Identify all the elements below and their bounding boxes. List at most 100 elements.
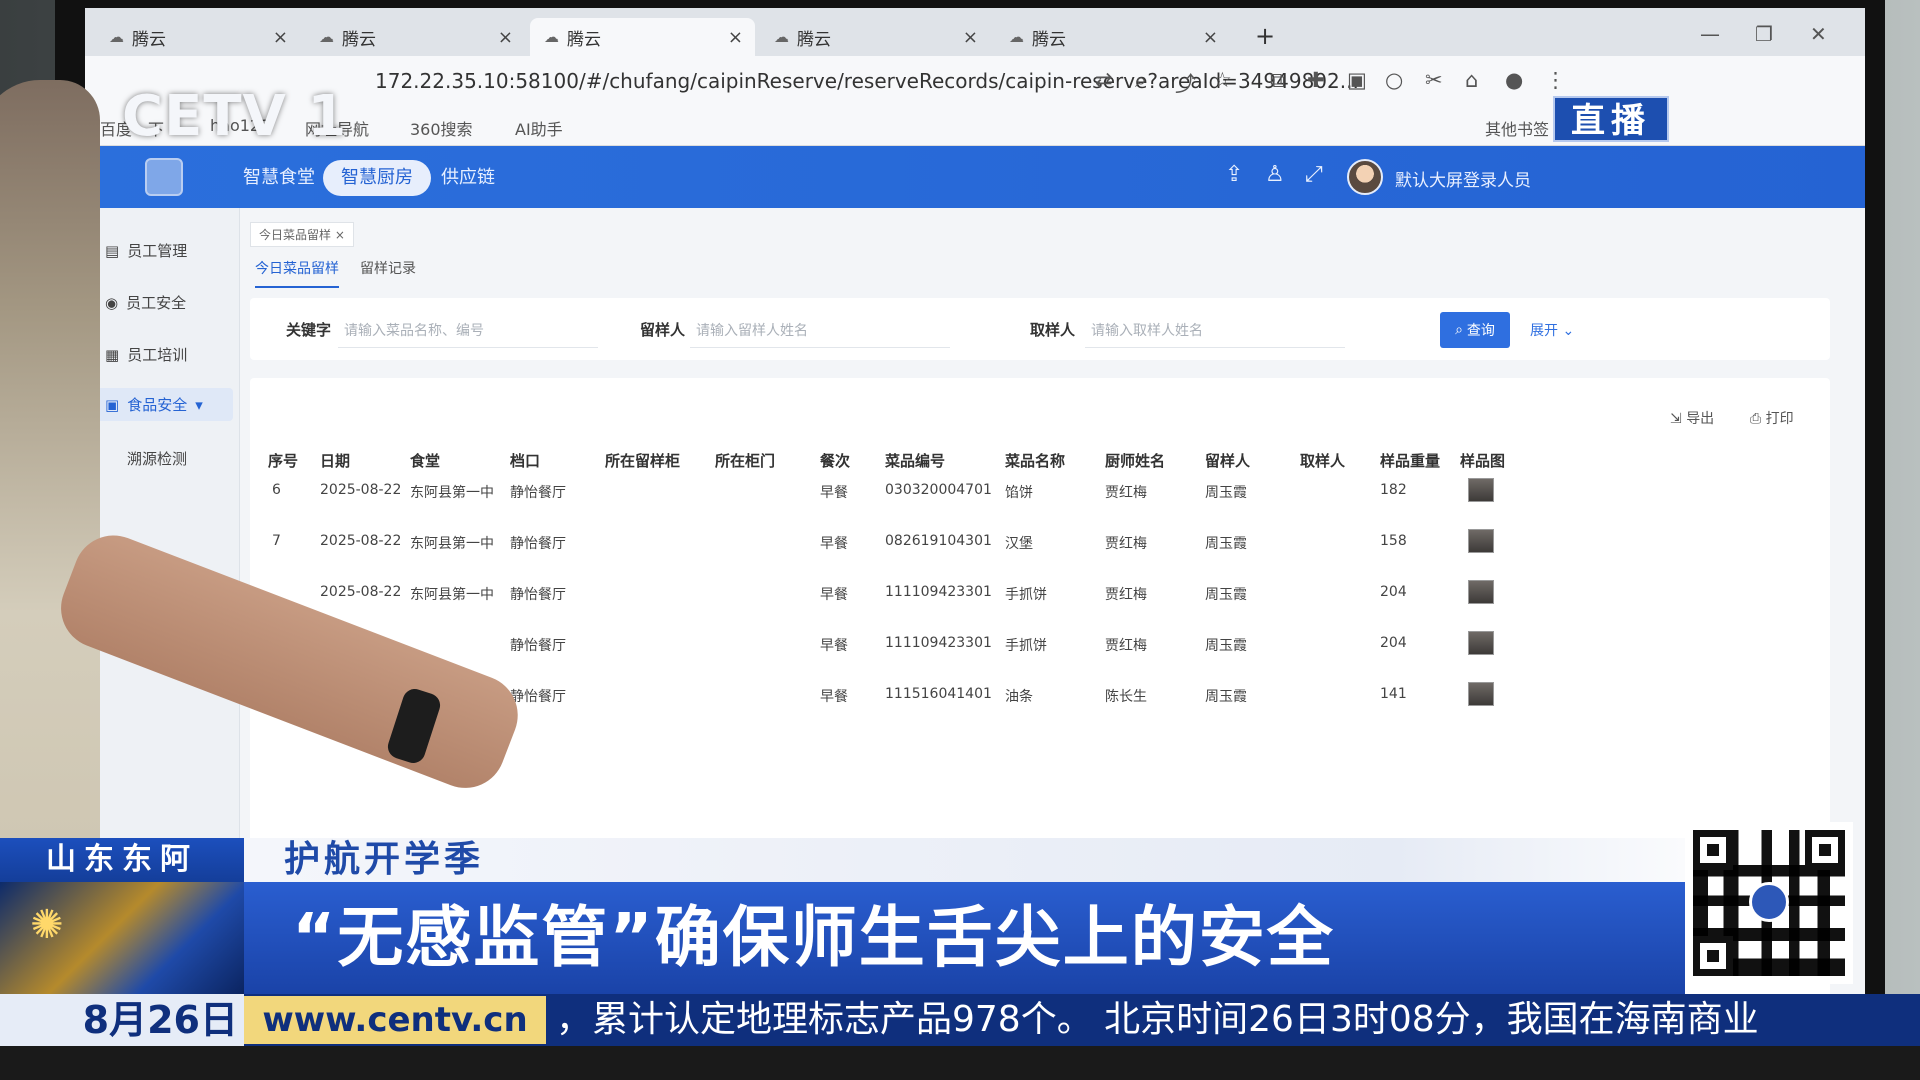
scissors-icon[interactable]: ✂ bbox=[1425, 68, 1443, 92]
sidebar-item-label: 食品安全 bbox=[127, 396, 188, 414]
star-icon[interactable]: ☆ bbox=[1213, 68, 1232, 92]
table-cell: 111516041401 bbox=[885, 686, 992, 702]
export-button[interactable]: ⇲ 导出 bbox=[1670, 408, 1714, 428]
search-icon[interactable]: ○ bbox=[1385, 68, 1403, 92]
print-button[interactable]: ⎙ 打印 bbox=[1750, 408, 1794, 428]
table-cell: 周玉霞 bbox=[1205, 638, 1247, 654]
close-icon[interactable]: × bbox=[273, 27, 288, 48]
keyword-label: 关键字 bbox=[286, 321, 332, 339]
url-field[interactable]: 172.22.35.10:58100/#/chufang/caipinReser… bbox=[375, 69, 1359, 93]
restore-icon[interactable]: ❐ bbox=[1755, 22, 1773, 46]
nav-supply-chain[interactable]: 供应链 bbox=[423, 160, 513, 196]
table-cell: 手抓饼 bbox=[1005, 587, 1047, 603]
sidebar-item-training[interactable]: ▦ 员工培训 bbox=[105, 344, 187, 365]
puzzle-icon[interactable]: ✚ bbox=[1307, 68, 1325, 92]
upload-icon[interactable]: ⇪ bbox=[1225, 162, 1243, 187]
bookmark-item[interactable]: 360搜索 bbox=[410, 116, 473, 140]
cloud-icon: ☁ bbox=[319, 28, 334, 46]
bottom-bezel bbox=[0, 1046, 1920, 1080]
open-tag[interactable]: 今日菜品留样 × bbox=[250, 222, 354, 247]
table-cell: 早餐 bbox=[820, 485, 848, 501]
expand-toggle[interactable]: 展开 ⌄ bbox=[1530, 320, 1574, 340]
keyword-input[interactable]: 请输入菜品名称、编号 bbox=[338, 310, 598, 348]
bookmark-item[interactable]: AI助手 bbox=[515, 116, 563, 140]
sidebar-item-label: 员工安全 bbox=[126, 294, 187, 312]
avatar[interactable] bbox=[1347, 159, 1383, 195]
station-glyph: ✺ bbox=[30, 902, 64, 948]
table-cell: 204 bbox=[1380, 584, 1407, 600]
tab-label: 腾云 bbox=[797, 29, 831, 50]
column-header: 餐次 bbox=[820, 452, 851, 470]
table-cell: 082619104301 bbox=[885, 533, 992, 549]
zoom-icon[interactable]: ⌕ bbox=[1135, 68, 1147, 93]
table-cell: 早餐 bbox=[820, 587, 848, 603]
close-icon[interactable]: × bbox=[963, 27, 978, 48]
tab-sample-records[interactable]: 留样记录 bbox=[360, 258, 416, 286]
table-cell: 陈长生 bbox=[1105, 689, 1147, 705]
table-cell: 周玉霞 bbox=[1205, 587, 1247, 603]
column-header: 所在柜门 bbox=[715, 452, 776, 470]
fullscreen-icon[interactable]: ⤢ bbox=[1305, 162, 1323, 187]
sample-thumbnail[interactable] bbox=[1468, 478, 1494, 502]
query-button[interactable]: ⌕ 查询 bbox=[1440, 312, 1510, 348]
taker-input[interactable]: 请输入取样人姓名 bbox=[1085, 310, 1345, 348]
sidebar-item-staff[interactable]: ▤ 员工管理 bbox=[105, 240, 187, 261]
sample-thumbnail[interactable] bbox=[1468, 682, 1494, 706]
browser-tab-active[interactable]: ☁ 腾云 × bbox=[530, 18, 755, 56]
profile-icon[interactable]: ● bbox=[1505, 68, 1523, 92]
browser-tab[interactable]: ☁ 腾云 × bbox=[995, 18, 1230, 56]
close-icon[interactable]: × bbox=[335, 228, 345, 242]
user-icon[interactable]: ♙ bbox=[1265, 162, 1285, 187]
chevron-down-icon: ▾ bbox=[195, 395, 203, 414]
table-cell: 静怡餐厅 bbox=[510, 638, 566, 654]
headline: “无感监管”确保师生舌尖上的安全 bbox=[244, 882, 1685, 994]
table-cell: 馅饼 bbox=[1005, 485, 1033, 501]
tab-today-samples[interactable]: 今日菜品留样 bbox=[255, 258, 339, 288]
user-name: 默认大屏登录人员 bbox=[1395, 171, 1531, 191]
browser-tab[interactable]: ☁ 腾云 × bbox=[305, 18, 525, 56]
extension-icon[interactable]: ⧉ bbox=[1270, 68, 1285, 93]
table-cell: 182 bbox=[1380, 482, 1407, 498]
qr-logo bbox=[1749, 882, 1789, 922]
window-close-icon[interactable]: ✕ bbox=[1810, 22, 1827, 46]
table-cell: 周玉霞 bbox=[1205, 689, 1247, 705]
nav-smart-kitchen[interactable]: 智慧厨房 bbox=[323, 160, 431, 196]
staff-icon: ▤ bbox=[105, 241, 120, 260]
training-icon: ▦ bbox=[105, 345, 120, 364]
other-bookmarks[interactable]: 其他书签 bbox=[1485, 116, 1549, 140]
table-cell: 手抓饼 bbox=[1005, 638, 1047, 654]
open-tag-label: 今日菜品留样 bbox=[259, 228, 332, 242]
column-header: 厨师姓名 bbox=[1105, 452, 1166, 470]
table-cell: 东阿县第一中 bbox=[410, 587, 494, 603]
app-logo bbox=[145, 158, 183, 196]
browser-tab[interactable]: ☁ 腾云 × bbox=[95, 18, 300, 56]
close-icon[interactable]: × bbox=[498, 27, 513, 48]
minimize-icon[interactable]: — bbox=[1700, 22, 1720, 46]
table-cell: 204 bbox=[1380, 635, 1407, 651]
share-icon[interactable]: ⤴ bbox=[1175, 68, 1196, 98]
sidebar-item-food-safety[interactable]: ▣ 食品安全 ▾ bbox=[93, 388, 233, 421]
close-icon[interactable]: × bbox=[728, 27, 743, 48]
sample-thumbnail[interactable] bbox=[1468, 631, 1494, 655]
column-header: 档口 bbox=[510, 452, 541, 470]
sidebar-item-safety[interactable]: ◉ 员工安全 bbox=[105, 292, 186, 313]
table-cell: 贾红梅 bbox=[1105, 587, 1147, 603]
table-cell: 2025-08-22 bbox=[320, 533, 402, 549]
cloud-icon: ☁ bbox=[544, 28, 559, 46]
close-icon[interactable]: × bbox=[1203, 27, 1218, 48]
translate-icon[interactable]: ⇄ bbox=[1095, 68, 1113, 92]
browser-tab[interactable]: ☁ 腾云 × bbox=[760, 18, 990, 56]
keeper-input[interactable]: 请输入留样人姓名 bbox=[690, 310, 950, 348]
sidepanel-icon[interactable]: ▣ bbox=[1347, 68, 1367, 92]
column-header: 所在留样柜 bbox=[605, 452, 681, 470]
nav-smart-canteen[interactable]: 智慧食堂 bbox=[225, 160, 333, 196]
menu-icon[interactable]: ⋮ bbox=[1545, 68, 1566, 92]
sample-thumbnail[interactable] bbox=[1468, 529, 1494, 553]
table-cell: 油条 bbox=[1005, 689, 1033, 705]
sidebar-item-trace[interactable]: 溯源检测 bbox=[127, 448, 187, 469]
sample-thumbnail[interactable] bbox=[1468, 580, 1494, 604]
new-tab-button[interactable]: + bbox=[1255, 22, 1275, 50]
station-graphic: ✺ bbox=[0, 882, 244, 994]
bag-icon[interactable]: ⌂ bbox=[1465, 68, 1478, 92]
table-cell: 早餐 bbox=[820, 536, 848, 552]
